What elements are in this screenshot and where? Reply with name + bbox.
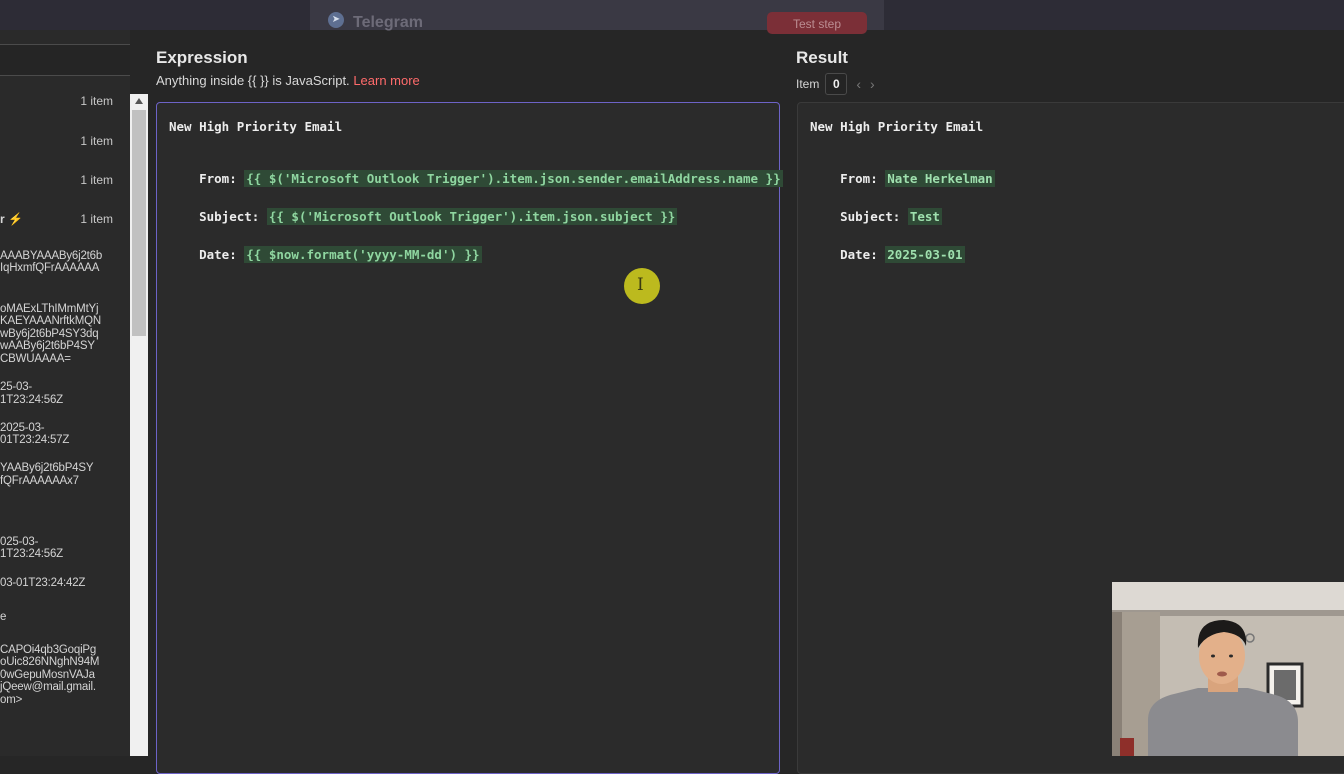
field-value: IqHxmfQFrAAAAAA (0, 262, 100, 274)
field-value: AAABYAAABy6j2t6b (0, 250, 103, 262)
input-panel: 1 item 1 item 1 item r ⚡ 1 item AAABYAAA… (0, 30, 130, 756)
result-heading-line: New High Priority Email (810, 119, 984, 134)
expression-title: Expression (156, 48, 248, 67)
field-value: 0wGepuMosnVAJa (0, 669, 95, 681)
telegram-icon: ➤ (328, 12, 344, 28)
result-from-label: From: (840, 171, 878, 186)
learn-more-link[interactable]: Learn more (353, 73, 419, 88)
field-value: 1T23:24:56Z (0, 548, 64, 560)
item-count: 1 item (80, 134, 113, 148)
result-item-nav: Item 0 ‹ › (796, 73, 875, 95)
item-count: 1 item (80, 94, 113, 108)
field-value: 025-03- (0, 536, 39, 548)
expr-subject-code[interactable]: {{ $('Microsoft Outlook Trigger').item.j… (266, 208, 678, 225)
field-value: wBy6j2t6bP4SY3dq (0, 328, 99, 340)
field-value: 25-03- (0, 381, 33, 393)
result-title: Result (796, 48, 848, 67)
node-name-partial[interactable]: r ⚡ (0, 212, 23, 226)
field-value: fQFrAAAAAAx7 (0, 475, 79, 487)
test-step-button[interactable]: Test step (767, 12, 867, 34)
result-date-label: Date: (840, 247, 878, 262)
expr-heading-line: New High Priority Email (169, 119, 343, 134)
scrollbar-thumb[interactable] (132, 110, 146, 336)
expr-date-label: Date: (199, 247, 237, 262)
expr-date-line: Date: {{ $now.format('yyyy-MM-dd') }} (169, 232, 482, 277)
result-from-value: Nate Herkelman (885, 170, 995, 187)
scroll-up-arrow-icon[interactable] (135, 98, 143, 104)
field-value: om> (0, 694, 23, 706)
input-scrollbar[interactable] (130, 94, 148, 756)
expr-subject-label: Subject: (199, 209, 260, 224)
field-value: oMAExLThIMmMtYj (0, 303, 99, 315)
field-value: 2025-03- (0, 422, 45, 434)
field-value: 01T23:24:57Z (0, 434, 70, 446)
chevron-left-icon[interactable]: ‹ (856, 76, 861, 92)
top-header: ➤ Telegram Test step (0, 0, 1344, 34)
webcam-overlay (1112, 582, 1344, 756)
field-value: wAABy6j2t6bP4SY (0, 340, 95, 352)
expr-from-label: From: (199, 171, 237, 186)
expression-hint: Anything inside {{ }} is JavaScript. Lea… (156, 73, 420, 88)
node-title: Telegram (353, 14, 423, 31)
field-value: YAABy6j2t6bP4SY (0, 462, 94, 474)
item-count: 1 item (80, 212, 113, 226)
field-value: 1T23:24:56Z (0, 394, 64, 406)
result-subject-label: Subject: (840, 209, 901, 224)
field-value: 03-01T23:24:42Z (0, 577, 86, 589)
chevron-right-icon[interactable]: › (870, 76, 875, 92)
field-value: e (0, 611, 7, 623)
item-count: 1 item (80, 173, 113, 187)
expression-editor[interactable]: New High Priority Email From: {{ $('Micr… (156, 102, 783, 774)
input-search-field[interactable] (0, 44, 130, 76)
text-cursor-icon: I (637, 275, 644, 295)
field-value: KAEYAAANrftkMQN (0, 315, 101, 327)
hint-text: Anything inside {{ }} is JavaScript. (156, 73, 350, 88)
webcam-image (1112, 582, 1344, 756)
expr-date-code[interactable]: {{ $now.format('yyyy-MM-dd') }} (244, 246, 482, 263)
item-index-input[interactable]: 0 (825, 73, 848, 95)
result-subject-value: Test (907, 208, 942, 225)
trigger-bolt-icon: ⚡ (8, 212, 23, 226)
item-label: Item (796, 77, 820, 91)
field-value: CBWUAAAA= (0, 353, 71, 365)
field-value: jQeew@mail.gmail. (0, 681, 96, 693)
result-date-value: 2025-03-01 (885, 246, 965, 263)
field-value: oUic826NNghN94M (0, 656, 100, 668)
expr-from-code[interactable]: {{ $('Microsoft Outlook Trigger').item.j… (244, 170, 783, 187)
field-value: CAPOi4qb3GoqiPg (0, 644, 97, 656)
panel-divider (148, 30, 156, 756)
result-date-line: Date: 2025-03-01 (810, 232, 965, 277)
